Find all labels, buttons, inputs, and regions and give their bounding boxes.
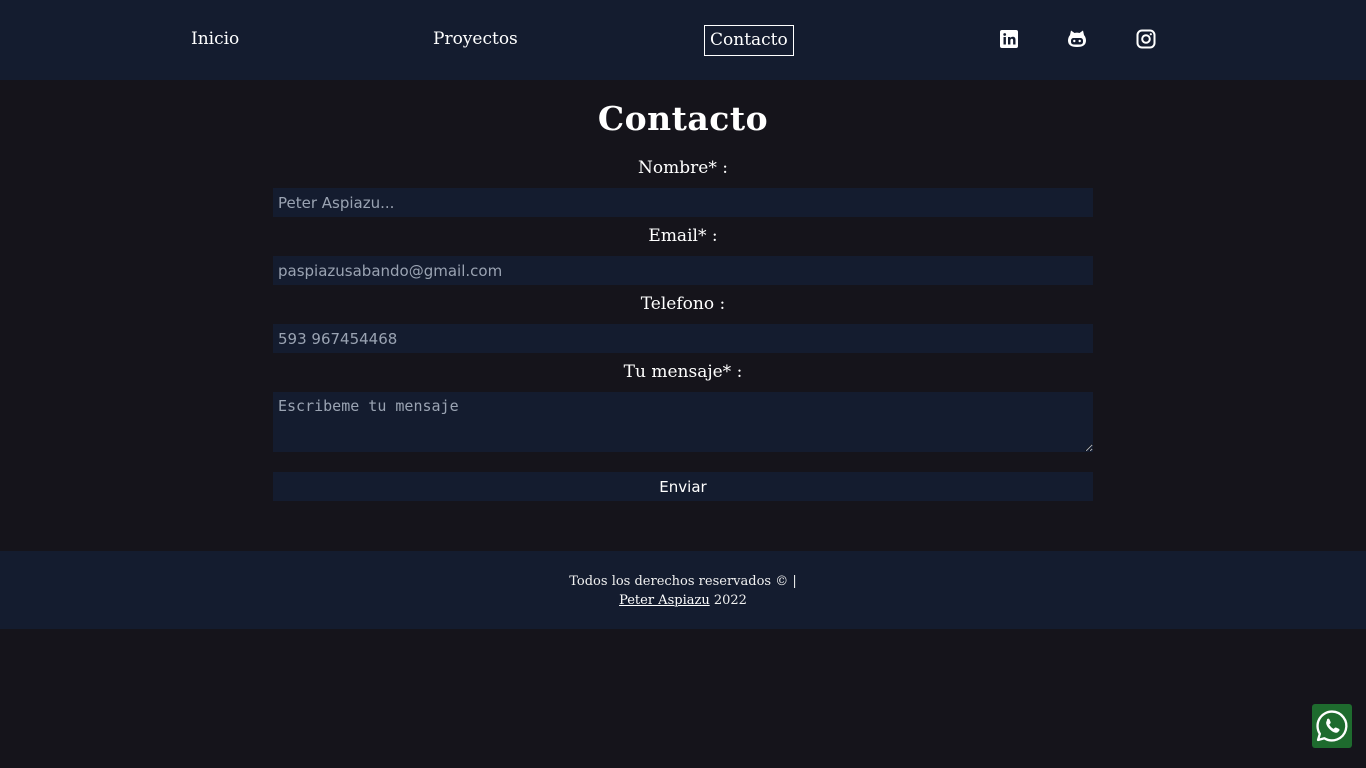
github-icon[interactable] <box>1067 29 1087 49</box>
nav-link-contacto[interactable]: Contacto <box>704 25 794 56</box>
email-label: Email* : <box>648 226 718 246</box>
name-input[interactable] <box>273 188 1093 217</box>
phone-input[interactable] <box>273 324 1093 353</box>
nav-link-proyectos[interactable]: Proyectos <box>433 25 518 56</box>
footer-author-link[interactable]: Peter Aspiazu <box>619 593 710 608</box>
navbar: Inicio Proyectos Contacto <box>0 0 1366 80</box>
nav-link-inicio[interactable]: Inicio <box>191 25 239 56</box>
message-label: Tu mensaje* : <box>623 362 743 382</box>
whatsapp-icon <box>1316 710 1348 742</box>
name-label: Nombre* : <box>638 158 728 178</box>
phone-label: Telefono : <box>640 294 726 314</box>
footer-rights: Todos los derechos reservados © | <box>569 574 797 589</box>
whatsapp-button[interactable] <box>1312 704 1352 748</box>
footer: Todos los derechos reservados © | Peter … <box>0 551 1366 629</box>
instagram-icon[interactable] <box>1136 29 1156 49</box>
footer-year: 2022 <box>713 593 747 608</box>
message-textarea[interactable] <box>273 392 1093 452</box>
email-input[interactable] <box>273 256 1093 285</box>
page-title: Contacto <box>597 99 769 138</box>
footer-credit: Peter Aspiazu 2022 <box>0 591 1366 610</box>
submit-button[interactable]: Enviar <box>273 472 1093 501</box>
linkedin-icon[interactable] <box>999 29 1019 49</box>
